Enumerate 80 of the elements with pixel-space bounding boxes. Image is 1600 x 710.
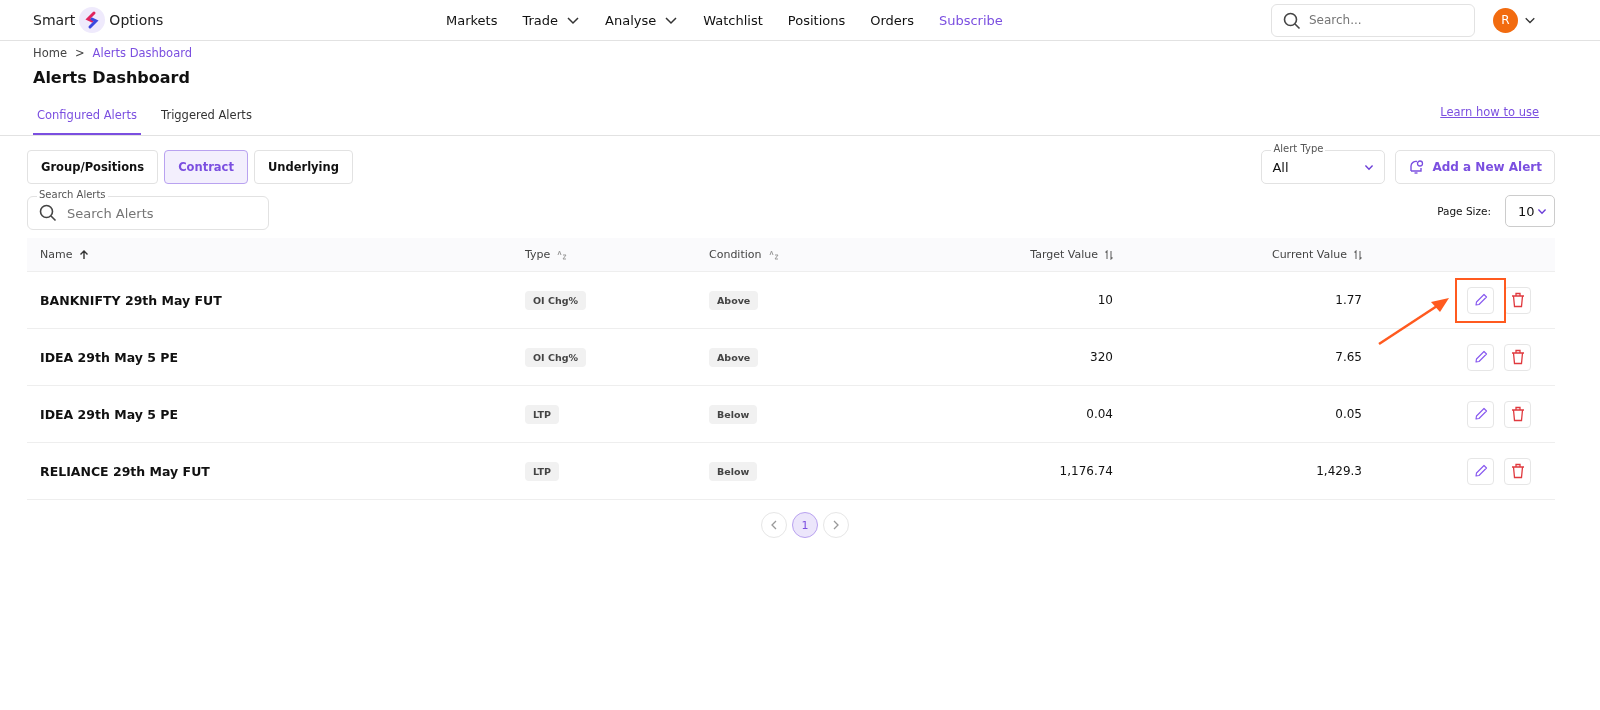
- nav-link[interactable]: Trade: [522, 12, 581, 28]
- type-tag: LTP: [525, 461, 559, 481]
- nav-link[interactable]: Positions: [787, 12, 846, 28]
- sort-icon: [1354, 249, 1362, 260]
- chevron-down-icon: [1364, 162, 1375, 172]
- condition-tag: Above: [709, 347, 759, 367]
- help-link[interactable]: Learn how to use: [1440, 105, 1539, 135]
- logo-text: Options: [109, 12, 164, 28]
- search-icon: [1283, 11, 1301, 30]
- tab[interactable]: Triggered Alerts: [157, 100, 256, 135]
- table-cell-text: 0.04: [1085, 407, 1114, 421]
- chevron-right-icon: [832, 520, 840, 530]
- table-cell-text: RELIANCE 29th May FUT: [39, 463, 211, 479]
- condition-tag: Above: [709, 290, 759, 310]
- edit-button[interactable]: [1467, 400, 1494, 428]
- trash-icon: [1510, 292, 1525, 308]
- search-icon: [39, 204, 57, 222]
- column-header[interactable]: Target Value: [900, 248, 1126, 261]
- type-tag: OI Chg%: [525, 347, 586, 367]
- trash-icon: [1510, 349, 1525, 365]
- breadcrumb-link[interactable]: Alerts Dashboard: [92, 46, 193, 60]
- tab[interactable]: Configured Alerts: [33, 100, 142, 135]
- column-header[interactable]: Condition: [696, 248, 900, 261]
- edit-button[interactable]: [1467, 286, 1494, 314]
- trash-icon: [1510, 406, 1525, 422]
- sort-icon: [1105, 249, 1113, 260]
- nav-link[interactable]: Watchlist: [703, 12, 763, 28]
- logo-text: Smart: [33, 12, 76, 28]
- column-header[interactable]: Type: [512, 248, 696, 261]
- condition-tag: Below: [709, 404, 758, 424]
- pencil-icon: [1473, 407, 1488, 421]
- nav-link[interactable]: Analyse: [605, 12, 679, 28]
- edit-button[interactable]: [1467, 457, 1494, 485]
- column-header[interactable]: Current Value: [1126, 248, 1375, 261]
- table-cell-text: 1,176.74: [1058, 464, 1114, 478]
- arrow-up-icon: [79, 249, 90, 260]
- table-cell-text: 7.65: [1334, 350, 1363, 364]
- page-title: Alerts Dashboard: [33, 68, 191, 87]
- sort-icon: [768, 249, 779, 260]
- column-header[interactable]: Name: [27, 248, 512, 261]
- add-alert-button[interactable]: Add a New Alert: [1395, 150, 1555, 184]
- filter-button[interactable]: Group/Positions: [27, 150, 159, 184]
- sort-icon: [557, 249, 568, 260]
- filter-button[interactable]: Underlying: [253, 150, 353, 184]
- type-tag: LTP: [525, 404, 559, 424]
- table-cell-text: 10: [1096, 293, 1114, 307]
- page-button[interactable]: 1: [792, 512, 818, 538]
- type-tag: OI Chg%: [525, 290, 586, 310]
- table-cell-text: BANKNIFTY 29th May FUT: [39, 292, 223, 308]
- page-size-label: Page Size:: [1437, 205, 1491, 217]
- field-label: Alert Type: [1271, 143, 1326, 154]
- pencil-icon: [1473, 293, 1488, 307]
- table-cell-text: IDEA 29th May 5 PE: [39, 406, 179, 422]
- trash-icon: [1510, 463, 1525, 479]
- page-size-dropdown[interactable]: 10: [1505, 195, 1555, 227]
- chevron-left-icon: [770, 520, 778, 530]
- breadcrumb-separator: >: [74, 46, 85, 60]
- nav-link[interactable]: Orders: [870, 12, 914, 28]
- table-cell-text: 1.77: [1334, 293, 1363, 307]
- table-cell-text: 0.05: [1334, 407, 1363, 421]
- condition-tag: Below: [709, 461, 758, 481]
- delete-button[interactable]: [1504, 286, 1531, 314]
- field-label: Search Alerts: [37, 189, 108, 200]
- nav-link[interactable]: Subscribe: [938, 12, 1003, 28]
- pencil-icon: [1473, 464, 1488, 478]
- breadcrumb-link[interactable]: Home: [33, 46, 67, 60]
- nav-link[interactable]: Markets: [446, 12, 498, 28]
- table-cell-text: 320: [1089, 350, 1114, 364]
- table-cell-text: 1,429.3: [1315, 464, 1363, 478]
- pencil-icon: [1473, 350, 1488, 364]
- delete-button[interactable]: [1504, 400, 1531, 428]
- logo-icon: [79, 7, 106, 33]
- search-field[interactable]: Search...: [1271, 3, 1475, 37]
- bell-icon: [1408, 159, 1425, 175]
- table-cell-text: IDEA 29th May 5 PE: [39, 349, 179, 365]
- chevron-down-icon: [1537, 206, 1547, 216]
- filter-button[interactable]: Contract: [164, 150, 248, 184]
- delete-button[interactable]: [1504, 457, 1531, 485]
- edit-button[interactable]: [1467, 343, 1494, 371]
- delete-button[interactable]: [1504, 343, 1531, 371]
